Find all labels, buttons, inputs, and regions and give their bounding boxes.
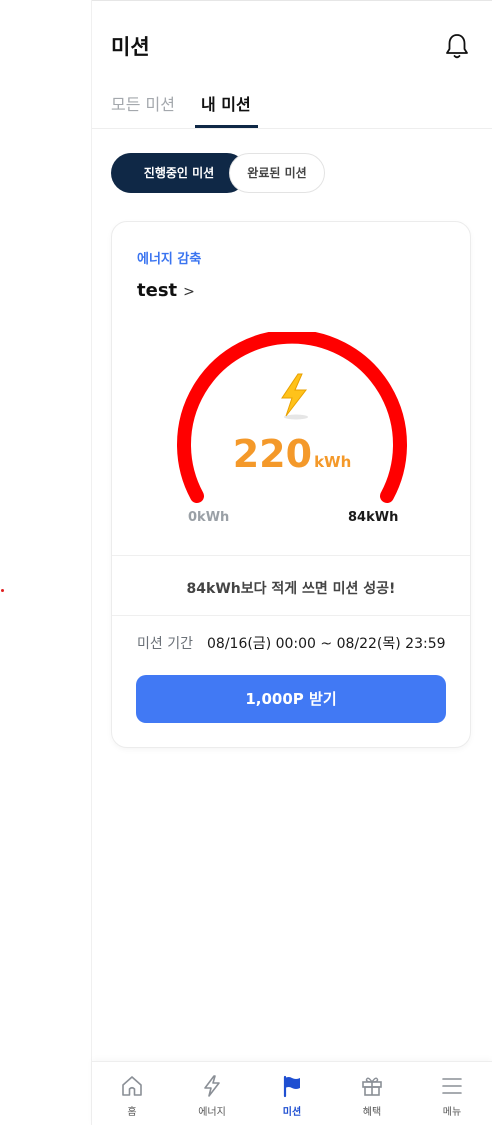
divider (112, 555, 470, 556)
gauge-value-number: 220 (232, 432, 313, 476)
mission-card: 에너지 감축 test > 220 kWh 0kWh 84kWh 84kWh보다 적… (111, 221, 471, 748)
red-dot-marker (1, 589, 4, 592)
gift-icon (362, 1077, 382, 1096)
nav-menu-label: 메뉴 (442, 1107, 462, 1118)
nav-benefits-label: 혜택 (362, 1107, 382, 1118)
nav-energy[interactable]: 에너지 (172, 1062, 252, 1125)
header: 미션 (92, 1, 492, 81)
home-icon (122, 1076, 142, 1096)
mission-status-filter: 진행중인 미션 완료된 미션 (92, 153, 492, 193)
flag-icon (283, 1075, 300, 1098)
mission-name: test (137, 280, 178, 301)
mission-goal-text: 84kWh보다 적게 쓰면 미션 성공! (186, 581, 396, 597)
chevron-right-icon: > (183, 284, 195, 300)
bell-icon[interactable] (444, 32, 470, 60)
filter-completed-chip[interactable]: 완료된 미션 (229, 153, 325, 193)
page-title: 미션 (111, 35, 150, 59)
nav-menu[interactable]: 메뉴 (412, 1062, 492, 1125)
gauge-max-label: 84kWh (348, 510, 399, 525)
nav-energy-label: 에너지 (198, 1107, 226, 1118)
mission-screen: 미션 모든 미션 내 미션 진행중인 미션 완료된 미션 에너지 감축 test… (92, 0, 492, 1125)
tab-bar: 모든 미션 내 미션 (92, 83, 492, 129)
nav-home-label: 홈 (127, 1107, 137, 1118)
left-blank-panel (0, 0, 92, 1125)
claim-reward-button[interactable]: 1,000P 받기 (136, 675, 446, 723)
filter-in-progress-chip[interactable]: 진행중인 미션 (111, 153, 247, 193)
gauge-value: 220 kWh (112, 432, 472, 476)
bolt-icon (204, 1075, 220, 1097)
lightning-bolt-icon (281, 373, 308, 420)
nav-mission[interactable]: 미션 (252, 1062, 332, 1125)
gauge-value-unit: kWh (314, 453, 352, 471)
mission-period-label: 미션 기간 (137, 636, 193, 652)
menu-icon (442, 1078, 462, 1094)
mission-name-link[interactable]: test > (137, 280, 195, 301)
mission-type-label: 에너지 감축 (137, 252, 202, 267)
tab-my-missions[interactable]: 내 미션 (201, 91, 255, 115)
page: 미션 모든 미션 내 미션 진행중인 미션 완료된 미션 에너지 감축 test… (0, 0, 492, 1125)
divider (112, 615, 470, 616)
bottom-navigation: 홈 에너지 미션 혜택 메뉴 (92, 1061, 492, 1125)
nav-mission-label: 미션 (282, 1107, 302, 1118)
active-tab-indicator (195, 125, 258, 128)
gauge-min-label: 0kWh (188, 510, 230, 525)
nav-benefits[interactable]: 혜택 (332, 1062, 412, 1125)
tab-all-missions[interactable]: 모든 미션 (111, 91, 179, 115)
nav-home[interactable]: 홈 (92, 1062, 172, 1125)
mission-period-value: 08/16(금) 00:00 ~ 08/22(목) 23:59 (207, 636, 446, 652)
